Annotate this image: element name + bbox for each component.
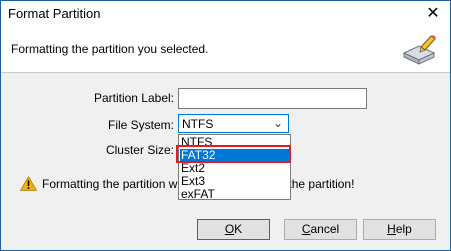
- chevron-down-icon: ⌄: [272, 116, 283, 130]
- fat32-highlight-box: [176, 145, 291, 163]
- dialog-header: Formatting the partition you selected.: [1, 27, 450, 73]
- header-description: Formatting the partition you selected.: [11, 42, 209, 56]
- partition-label-input[interactable]: [178, 88, 367, 109]
- close-icon[interactable]: ✕: [416, 1, 450, 27]
- disk-edit-icon: [402, 35, 436, 65]
- ok-button[interactable]: OK: [197, 219, 270, 240]
- warning-text-start: Formatting the partition will: [42, 177, 186, 191]
- option-exfat[interactable]: exFAT: [180, 188, 290, 201]
- title-bar: Format Partition ✕: [1, 1, 450, 27]
- file-system-select[interactable]: NTFS ⌄: [178, 114, 289, 133]
- dialog-title: Format Partition: [8, 6, 101, 21]
- file-system-dropdown-list: NTFS FAT32 Ext2 Ext3 exFAT: [178, 134, 291, 201]
- file-system-value: NTFS: [182, 117, 214, 131]
- cancel-button[interactable]: Cancel: [284, 219, 357, 240]
- help-button[interactable]: Help: [363, 219, 436, 240]
- warning-icon: [20, 176, 37, 191]
- file-system-caption: File System:: [107, 118, 174, 132]
- cluster-size-caption: Cluster Size:: [105, 143, 174, 157]
- format-partition-dialog: Format Partition ✕ Formatting the partit…: [0, 0, 451, 251]
- partition-label-caption: Partition Label:: [93, 91, 174, 105]
